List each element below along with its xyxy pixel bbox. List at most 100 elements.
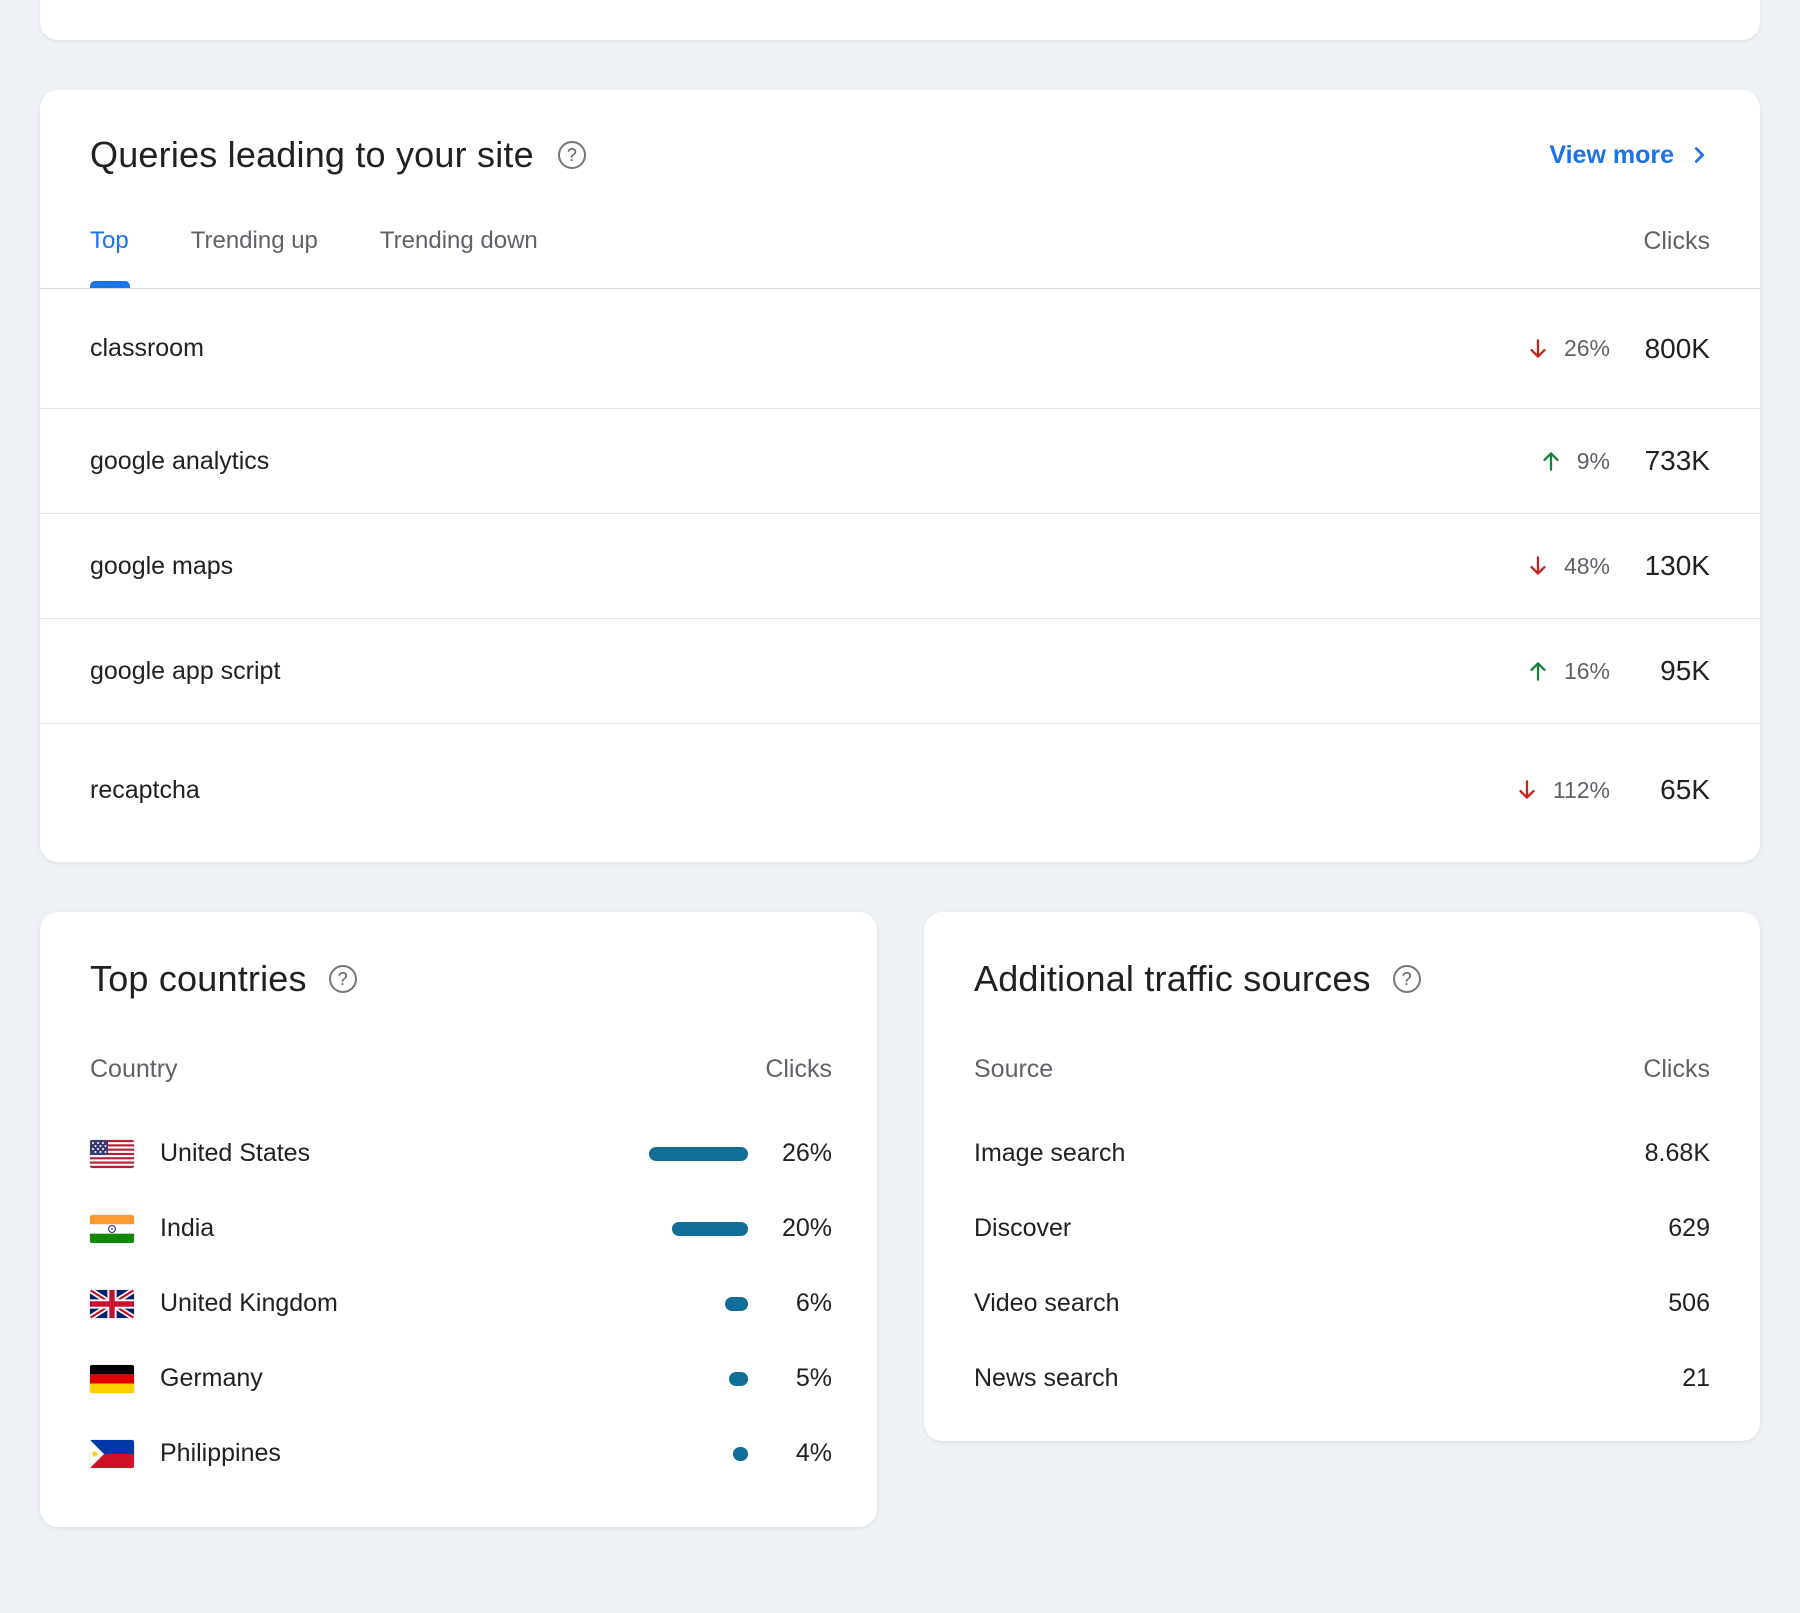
clicks-bar (729, 1372, 748, 1386)
help-icon[interactable]: ? (558, 141, 586, 169)
source-name: Image search (974, 1139, 1125, 1168)
country-name: Germany (160, 1364, 628, 1393)
trend-indicator: 48% (1525, 553, 1610, 580)
clicks-value: 8.68K (1645, 1139, 1710, 1168)
clicks-bar-track (628, 1372, 748, 1386)
arrow-down-icon (1514, 777, 1540, 803)
clicks-value: 130K (1610, 550, 1710, 582)
clicks-percent: 20% (768, 1214, 832, 1243)
queries-tabs: Top Trending up Trending down Clicks (40, 176, 1760, 289)
top-countries-card: Top countries ? Country Clicks United St… (40, 912, 877, 1527)
help-icon[interactable]: ? (329, 965, 357, 993)
source-row: Video search 506 (924, 1266, 1760, 1341)
queries-table: classroom 26% 800K google analytics 9% 7… (40, 289, 1760, 856)
sources-table: Image search 8.68K Discover 629 Video se… (924, 1116, 1760, 1416)
united-states-flag-icon (90, 1140, 134, 1168)
country-column-header: Country (90, 1055, 178, 1084)
trend-indicator: 9% (1538, 448, 1610, 475)
source-column-header: Source (974, 1055, 1053, 1084)
tab-trending-down[interactable]: Trending down (380, 194, 538, 288)
additional-traffic-sources-title: Additional traffic sources (974, 958, 1371, 1000)
tab-trending-up[interactable]: Trending up (191, 194, 318, 288)
clicks-bar (672, 1222, 748, 1236)
country-name: Philippines (160, 1439, 628, 1468)
source-row: Discover 629 (924, 1191, 1760, 1266)
clicks-bar (725, 1297, 748, 1311)
clicks-percent: 6% (768, 1289, 832, 1318)
arrow-down-icon (1525, 553, 1551, 579)
source-row: Image search 8.68K (924, 1116, 1760, 1191)
country-name: United States (160, 1139, 628, 1168)
trend-percent: 48% (1564, 553, 1610, 580)
queries-card-title: Queries leading to your site (90, 134, 534, 176)
source-row: News search 21 (924, 1341, 1760, 1416)
arrow-up-icon (1525, 658, 1551, 684)
trend-indicator: 112% (1514, 777, 1610, 804)
clicks-bar (649, 1147, 748, 1161)
country-row: India 20% (40, 1191, 877, 1266)
country-name: United Kingdom (160, 1289, 628, 1318)
view-more-link[interactable]: View more (1549, 141, 1710, 170)
queries-card-header: Queries leading to your site ? View more (40, 90, 1760, 176)
clicks-value: 733K (1610, 445, 1710, 477)
clicks-value: 800K (1610, 333, 1710, 365)
clicks-value: 629 (1668, 1214, 1710, 1243)
country-row: United Kingdom 6% (40, 1266, 877, 1341)
trend-percent: 112% (1553, 777, 1610, 804)
tab-top-label: Top (90, 227, 129, 255)
clicks-percent: 5% (768, 1364, 832, 1393)
query-label: google app script (90, 657, 280, 686)
clicks-percent: 4% (768, 1439, 832, 1468)
india-flag-icon (90, 1215, 134, 1243)
source-name: News search (974, 1364, 1119, 1393)
clicks-bar-track (628, 1447, 748, 1461)
clicks-value: 65K (1610, 774, 1710, 806)
philippines-flag-icon (90, 1440, 134, 1468)
clicks-bar-track (628, 1222, 748, 1236)
view-more-label: View more (1549, 141, 1674, 170)
germany-flag-icon (90, 1365, 134, 1393)
tab-top[interactable]: Top (90, 194, 129, 288)
country-name: India (160, 1214, 628, 1243)
query-row: google maps 48% 130K (40, 514, 1760, 619)
query-label: google analytics (90, 447, 269, 476)
query-row: recaptcha 112% 65K (40, 724, 1760, 856)
clicks-bar-track (628, 1297, 748, 1311)
trend-percent: 16% (1564, 658, 1610, 685)
clicks-column-header: Clicks (1643, 227, 1710, 256)
arrow-down-icon (1525, 336, 1551, 362)
trend-percent: 26% (1564, 335, 1610, 362)
previous-card-partial (40, 0, 1760, 40)
trend-percent: 9% (1577, 448, 1610, 475)
query-row: google app script 16% 95K (40, 619, 1760, 724)
clicks-column-header: Clicks (1643, 1055, 1710, 1084)
clicks-bar (733, 1447, 748, 1461)
clicks-column-header: Clicks (765, 1055, 832, 1084)
top-countries-title: Top countries (90, 958, 307, 1000)
query-row: google analytics 9% 733K (40, 409, 1760, 514)
trend-indicator: 26% (1525, 335, 1610, 362)
clicks-value: 506 (1668, 1289, 1710, 1318)
united-kingdom-flag-icon (90, 1290, 134, 1318)
source-name: Video search (974, 1289, 1119, 1318)
arrow-up-icon (1538, 448, 1564, 474)
queries-card: Queries leading to your site ? View more… (40, 90, 1760, 862)
sources-column-headers: Source Clicks (924, 1032, 1760, 1107)
country-row: United States 26% (40, 1116, 877, 1191)
query-label: google maps (90, 552, 233, 581)
additional-traffic-sources-card: Additional traffic sources ? Source Clic… (924, 912, 1760, 1441)
country-row: Germany 5% (40, 1341, 877, 1416)
query-label: recaptcha (90, 776, 200, 805)
active-tab-underline (90, 281, 130, 288)
query-row: classroom 26% 800K (40, 289, 1760, 409)
trend-indicator: 16% (1525, 658, 1610, 685)
chevron-right-icon (1688, 144, 1710, 166)
country-row: Philippines 4% (40, 1416, 877, 1491)
source-name: Discover (974, 1214, 1071, 1243)
clicks-value: 21 (1682, 1364, 1710, 1393)
countries-column-headers: Country Clicks (40, 1032, 877, 1107)
clicks-value: 95K (1610, 655, 1710, 687)
clicks-bar-track (628, 1147, 748, 1161)
query-label: classroom (90, 334, 204, 363)
help-icon[interactable]: ? (1393, 965, 1421, 993)
